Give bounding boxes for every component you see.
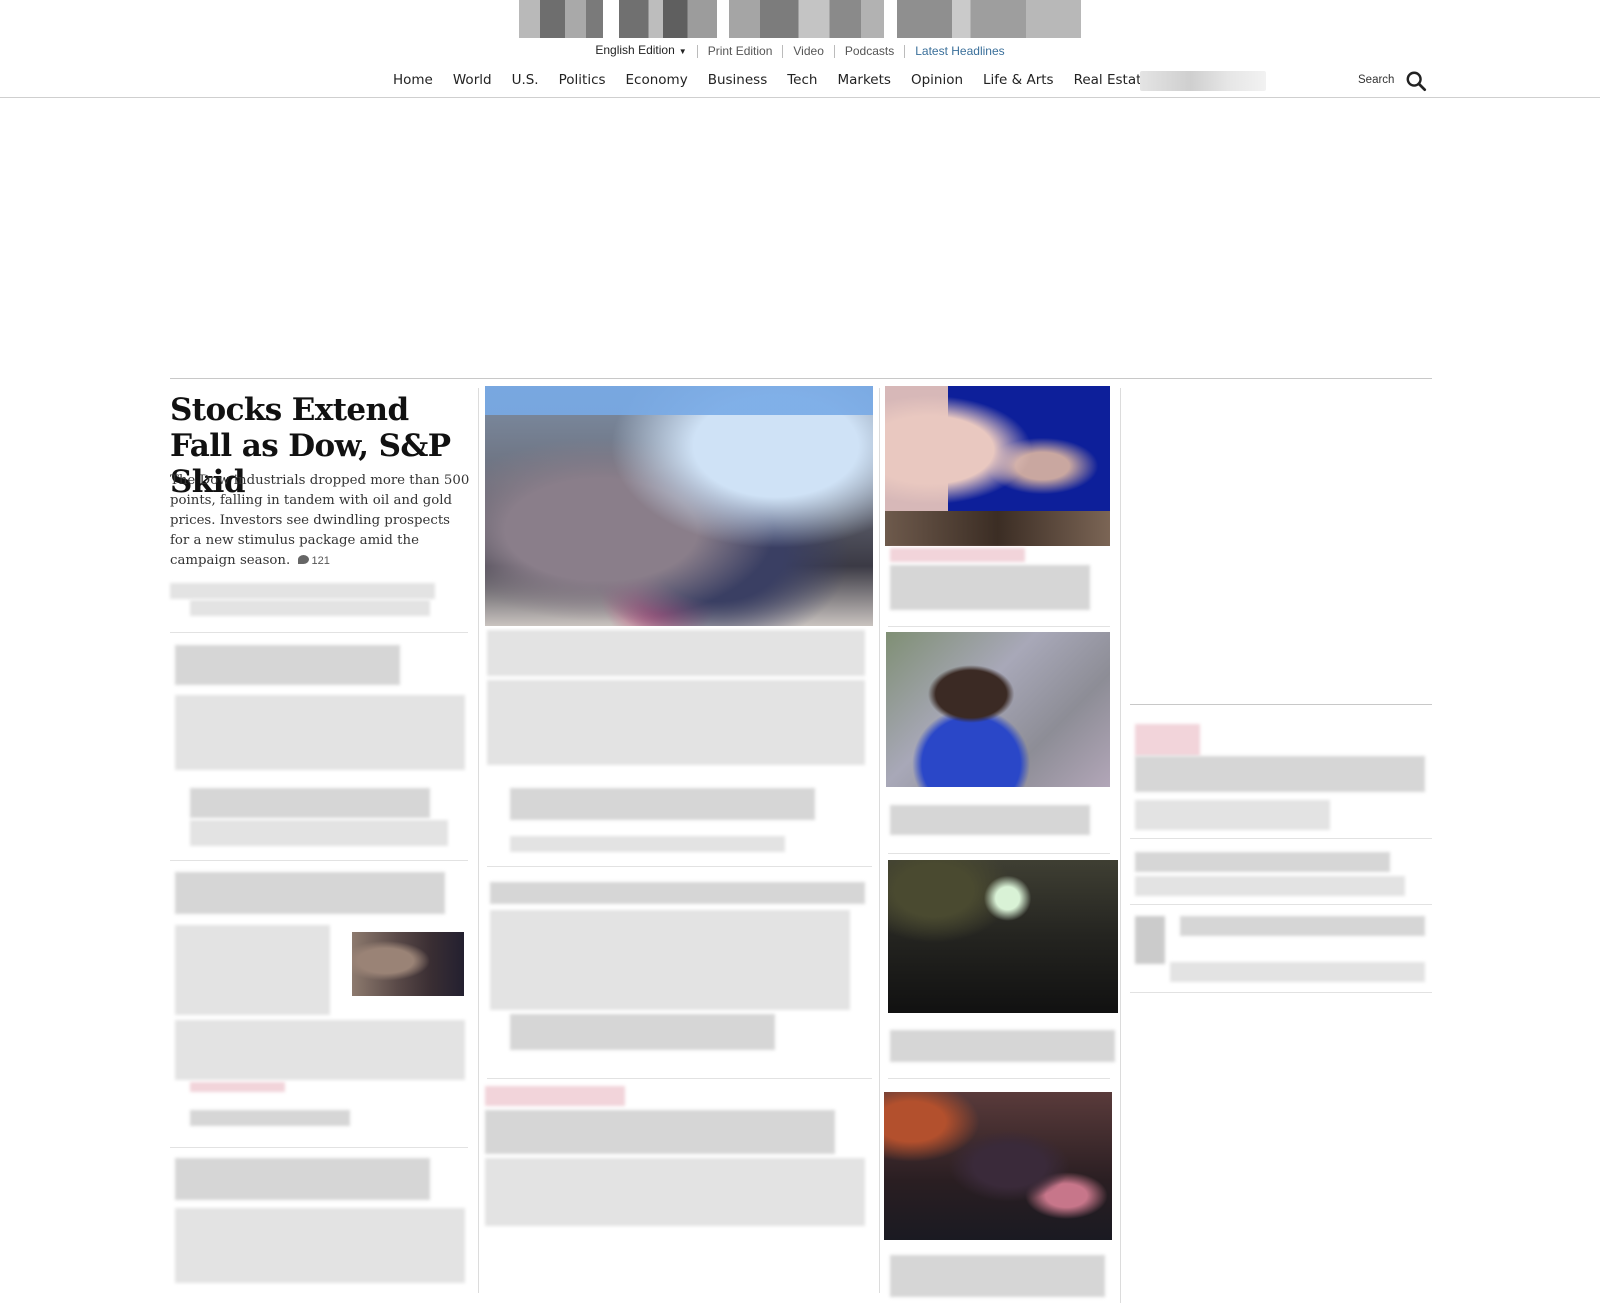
story-summary	[1135, 800, 1330, 830]
story-divider	[888, 626, 1110, 627]
column-divider	[879, 388, 880, 1293]
edition-bar: English Edition ▼ Print Edition Video Pod…	[0, 42, 1600, 60]
story-headline[interactable]	[485, 1110, 835, 1154]
story-headline[interactable]	[1135, 852, 1390, 872]
story-image[interactable]	[885, 386, 1110, 546]
story-headline[interactable]	[890, 1030, 1115, 1062]
related-link[interactable]	[170, 583, 435, 599]
story-summary	[175, 695, 465, 770]
lead-summary-text: The Dow industrials dropped more than 50…	[170, 473, 470, 568]
story-headline[interactable]	[487, 630, 865, 676]
story-headline[interactable]	[490, 882, 865, 904]
nav-item-opinion[interactable]: Opinion	[911, 72, 963, 88]
comment-icon[interactable]	[298, 555, 310, 564]
story-label	[485, 1086, 625, 1106]
story-summary	[485, 1158, 865, 1226]
story-headline[interactable]	[890, 805, 1090, 835]
nav-item-tech[interactable]: Tech	[787, 72, 817, 88]
story-image[interactable]	[884, 1092, 1112, 1240]
lead-summary: The Dow industrials dropped more than 50…	[170, 471, 470, 571]
advertisement-space	[170, 100, 1432, 378]
story-divider	[170, 860, 468, 861]
story-headline[interactable]	[890, 565, 1090, 610]
story-thumbnail[interactable]	[1135, 724, 1200, 756]
related-link[interactable]	[190, 1110, 350, 1126]
print-edition-link[interactable]: Print Edition	[696, 44, 783, 58]
edition-label: English Edition	[595, 43, 675, 57]
nav-item-markets[interactable]: Markets	[837, 72, 890, 88]
search-icon[interactable]	[1405, 70, 1427, 92]
section-divider	[170, 378, 1432, 379]
story-divider	[487, 1078, 872, 1079]
story-headline[interactable]	[175, 645, 400, 685]
chevron-down-icon: ▼	[678, 47, 687, 56]
story-thumbnail[interactable]	[352, 932, 464, 996]
image-detail	[885, 510, 1110, 546]
nav-items: Home World U.S. Politics Economy Busines…	[393, 72, 1170, 88]
logo-segment	[729, 0, 884, 38]
nav-item-politics[interactable]: Politics	[559, 72, 606, 88]
nav-item-us[interactable]: U.S.	[512, 72, 539, 88]
story-divider	[1130, 838, 1432, 839]
story-divider	[487, 866, 872, 867]
related-link[interactable]	[190, 788, 430, 818]
story-divider	[1130, 904, 1432, 905]
story-headline[interactable]	[175, 872, 445, 914]
story-divider	[1130, 992, 1432, 993]
related-link[interactable]	[510, 788, 815, 820]
logo-segment	[619, 0, 717, 38]
story-summary	[490, 910, 850, 1010]
story-image[interactable]	[888, 860, 1118, 1013]
story-summary	[1135, 876, 1405, 896]
nav-item-economy[interactable]: Economy	[626, 72, 688, 88]
search-label[interactable]: Search	[1358, 74, 1394, 86]
story-label	[890, 548, 1025, 562]
story-divider	[888, 1078, 1110, 1079]
masthead-logo[interactable]	[519, 0, 1081, 40]
video-link[interactable]: Video	[782, 44, 833, 58]
related-link[interactable]	[190, 820, 448, 846]
column-divider	[478, 388, 479, 1293]
story-summary	[175, 925, 330, 1015]
edition-selector[interactable]: English Edition ▼	[585, 44, 696, 58]
related-link[interactable]	[510, 1014, 775, 1050]
related-link[interactable]	[190, 600, 430, 616]
story-divider	[888, 853, 1110, 854]
section-divider	[1130, 704, 1432, 705]
column-divider	[1120, 388, 1121, 1303]
story-summary	[175, 1020, 465, 1080]
nav-item-life-arts[interactable]: Life & Arts	[983, 72, 1054, 88]
story-image[interactable]	[886, 632, 1110, 787]
story-label	[190, 1082, 285, 1092]
comment-count[interactable]: 121	[311, 555, 329, 567]
story-headline[interactable]	[175, 1158, 430, 1200]
story-divider	[170, 632, 468, 633]
main-navigation: Home World U.S. Politics Economy Busines…	[0, 68, 1600, 98]
story-headline[interactable]	[1135, 756, 1425, 792]
nav-item-business[interactable]: Business	[708, 72, 768, 88]
logo-segment	[519, 0, 603, 38]
story-summary	[175, 1208, 465, 1283]
logo-segment	[897, 0, 1081, 38]
story-summary	[487, 680, 865, 765]
nav-item-obscured[interactable]	[1140, 71, 1266, 91]
latest-headlines-link[interactable]: Latest Headlines	[904, 44, 1014, 58]
podcasts-link[interactable]: Podcasts	[833, 44, 904, 58]
story-summary	[1170, 962, 1425, 982]
related-link[interactable]	[510, 836, 785, 852]
nav-item-home[interactable]: Home	[393, 72, 433, 88]
story-headline[interactable]	[1180, 916, 1425, 936]
story-headline[interactable]	[890, 1255, 1105, 1297]
story-thumbnail[interactable]	[1135, 916, 1165, 964]
story-divider	[170, 1147, 468, 1148]
nav-item-real-estate[interactable]: Real Estate	[1074, 72, 1150, 88]
featured-story-image[interactable]	[485, 386, 873, 626]
nav-item-world[interactable]: World	[453, 72, 492, 88]
